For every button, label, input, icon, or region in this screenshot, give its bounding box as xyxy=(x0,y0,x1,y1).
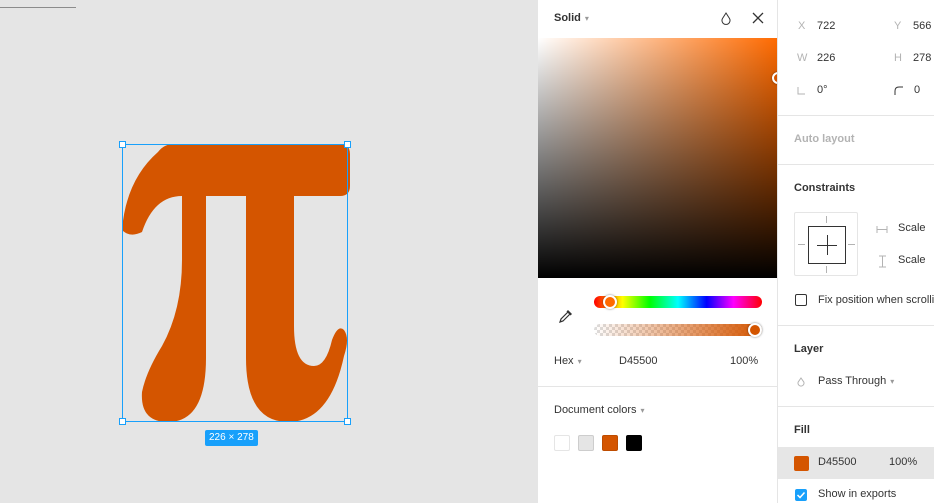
constraints-title: Constraints xyxy=(794,182,856,194)
constraint-bottom-tick[interactable] xyxy=(826,266,827,273)
chevron-down-icon: ▾ xyxy=(584,14,589,23)
document-colors-select[interactable]: Document colors ▾ xyxy=(554,404,645,416)
fill-row[interactable]: D45500 100% xyxy=(778,447,934,479)
y-label: Y xyxy=(894,20,902,32)
constraint-right-tick[interactable] xyxy=(848,244,855,245)
fill-title: Fill xyxy=(794,424,810,436)
swatch-orange[interactable] xyxy=(602,435,618,451)
color-format-label: Hex xyxy=(554,355,574,367)
document-colors-label: Document colors xyxy=(554,404,637,416)
blend-drop-icon[interactable] xyxy=(720,12,732,25)
fill-swatch[interactable] xyxy=(794,456,809,471)
hue-slider-knob[interactable] xyxy=(603,295,617,309)
show-in-exports-label: Show in exports xyxy=(818,488,897,500)
color-picker: Solid ▾ Hex ▾ D45500 100% Document colors ▾ xyxy=(537,0,784,503)
corner-radius-input[interactable]: 0 xyxy=(914,84,920,96)
layer-title: Layer xyxy=(794,343,824,355)
swatch-light-gray[interactable] xyxy=(578,435,594,451)
fix-position-label: Fix position when scrolling xyxy=(818,294,934,306)
blend-drop-icon xyxy=(797,377,805,387)
x-input[interactable]: 722 xyxy=(817,20,835,32)
w-label: W xyxy=(797,52,808,64)
canvas[interactable]: 226 × 278 xyxy=(0,0,537,503)
fill-type-label: Solid xyxy=(554,12,581,24)
saturation-value-area[interactable] xyxy=(538,38,778,278)
checkmark-icon xyxy=(796,491,806,499)
h-input[interactable]: 278 xyxy=(913,52,931,64)
picker-header: Solid ▾ xyxy=(538,0,778,38)
constraint-left-tick[interactable] xyxy=(798,244,805,245)
document-swatches xyxy=(554,435,642,451)
blend-mode-label: Pass Through xyxy=(818,375,887,387)
chevron-down-icon: ▾ xyxy=(577,357,582,366)
swatch-black[interactable] xyxy=(626,435,642,451)
opacity-slider[interactable] xyxy=(594,324,762,336)
divider xyxy=(778,164,934,165)
h-label: H xyxy=(894,52,902,64)
rotation-input[interactable]: 0° xyxy=(817,84,828,96)
hex-input[interactable]: D45500 xyxy=(619,355,658,367)
opacity-input[interactable]: 100% xyxy=(730,355,758,367)
frame-edge-line xyxy=(0,7,76,8)
chevron-down-icon: ▾ xyxy=(890,377,895,386)
divider xyxy=(778,406,934,407)
constraints-widget[interactable] xyxy=(794,212,858,276)
opacity-slider-knob[interactable] xyxy=(748,323,762,337)
fill-hex-input[interactable]: D45500 xyxy=(818,456,857,468)
hue-slider[interactable] xyxy=(594,296,762,308)
show-in-exports-checkbox[interactable] xyxy=(795,489,807,501)
horizontal-constraint-select[interactable]: Scale xyxy=(898,222,926,234)
chevron-down-icon: ▾ xyxy=(640,406,645,415)
blend-mode-select[interactable]: Pass Through ▾ xyxy=(818,375,894,387)
vertical-constraint-select[interactable]: Scale xyxy=(898,254,926,266)
properties-panel: X 722 Y 566 W 226 H 278 0° 0 Auto layout… xyxy=(777,0,934,503)
auto-layout-title[interactable]: Auto layout xyxy=(794,133,855,145)
horizontal-constraint-icon xyxy=(876,226,888,233)
cross-vertical xyxy=(827,235,828,255)
eyedropper-icon[interactable] xyxy=(558,308,574,324)
w-input[interactable]: 226 xyxy=(817,52,835,64)
color-format-select[interactable]: Hex ▾ xyxy=(554,355,582,367)
fill-type-select[interactable]: Solid ▾ xyxy=(554,12,589,24)
constraint-top-tick[interactable] xyxy=(826,216,827,223)
fix-position-checkbox[interactable] xyxy=(795,294,807,306)
pi-shape[interactable] xyxy=(118,140,354,428)
corner-radius-icon xyxy=(894,86,903,95)
vertical-constraint-icon xyxy=(879,255,886,268)
selection-size-badge: 226 × 278 xyxy=(205,430,258,446)
divider xyxy=(778,115,934,116)
x-label: X xyxy=(798,20,806,32)
constraint-center-box[interactable] xyxy=(808,226,846,264)
swatch-white[interactable] xyxy=(554,435,570,451)
rotation-icon xyxy=(797,87,805,95)
fill-opacity-input[interactable]: 100% xyxy=(889,456,917,468)
close-icon[interactable] xyxy=(751,11,765,25)
divider xyxy=(538,386,778,387)
y-input[interactable]: 566 xyxy=(913,20,931,32)
divider xyxy=(778,325,934,326)
